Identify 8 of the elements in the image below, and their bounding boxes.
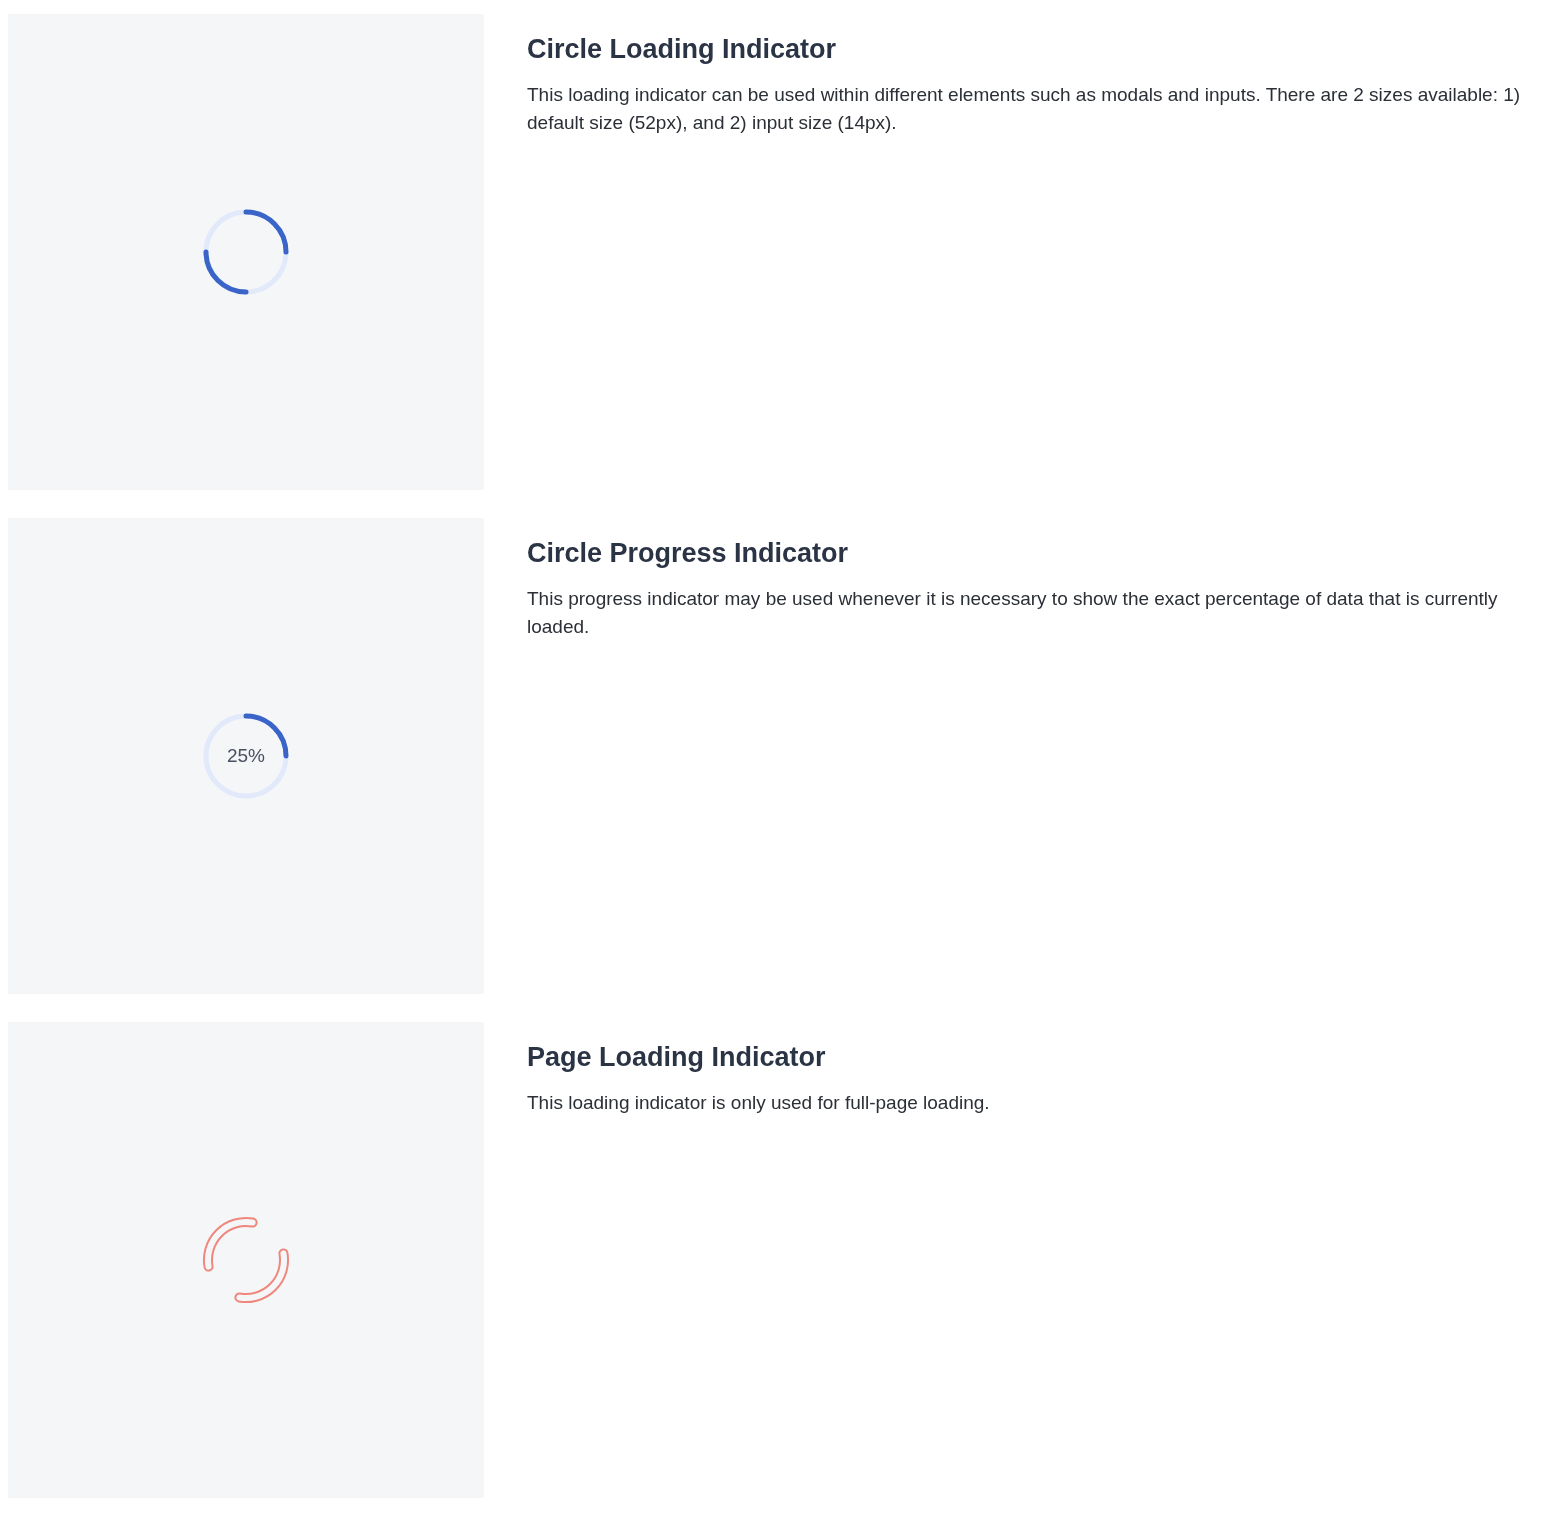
loading-spinner-icon [201, 207, 291, 297]
section-title: Circle Loading Indicator [527, 34, 838, 65]
section-title: Page Loading Indicator [527, 1042, 827, 1073]
section-description: This loading indicator is only used for full-page loading. [527, 1091, 991, 1115]
progress-percent: 25% [227, 745, 265, 767]
section-description: This loading indicator can be used within different elements such as modals and inputs. There are 2 sizes available: 1) default size (52px), and 2) input size (14px). [527, 83, 1522, 135]
section-description: This progress indicator may be used whenever it is necessary to show the exact percentage of data that is currently loaded. [527, 587, 1499, 639]
section-title: Circle Progress Indicator [527, 538, 850, 569]
